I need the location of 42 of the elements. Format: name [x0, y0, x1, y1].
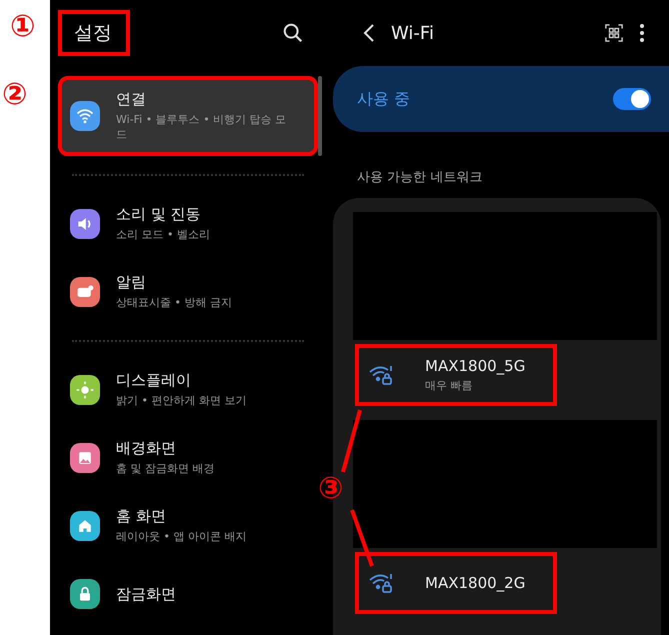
item-subtitle: Wi-Fi • 블루투스 • 비행기 탑승 모드 — [116, 112, 288, 142]
section-label: 사용 가능한 네트워크 — [356, 169, 484, 187]
scrollbar[interactable] — [318, 76, 322, 156]
item-title: 홈 화면 — [116, 507, 167, 526]
settings-item[interactable]: 소리 및 진동 소리 모드 • 벨소리 — [58, 194, 318, 254]
item-title: 배경화면 — [116, 439, 177, 458]
item-title: 잠금화면 — [116, 584, 176, 604]
callout-number: ③ — [318, 474, 344, 504]
network-name: MAX1800_2G — [425, 574, 526, 592]
leader-line — [341, 409, 362, 473]
network-speed: 매우 빠름 — [425, 378, 474, 393]
network-item[interactable]: MAX1800_5G 매우 빠름 — [355, 344, 557, 406]
callout-number: ② — [2, 80, 28, 110]
more-icon[interactable] — [639, 23, 645, 43]
settings-item[interactable]: 알림 상태표시줄 • 방해 금지 — [58, 262, 318, 322]
toggle-switch[interactable] — [613, 88, 651, 110]
item-title: 디스플레이 — [116, 371, 192, 390]
qr-code-icon[interactable] — [605, 24, 623, 42]
callout-number: ① — [10, 12, 36, 42]
search-icon[interactable] — [282, 22, 304, 44]
item-title: 알림 — [116, 273, 147, 292]
item-subtitle: 홈 및 잠금화면 배경 — [116, 461, 214, 477]
settings-item[interactable]: 배경화면 홈 및 잠금화면 배경 — [58, 428, 318, 488]
leader-line — [350, 509, 374, 567]
settings-item[interactable]: 홈 화면 레이아웃 • 앱 아이콘 배지 — [58, 496, 318, 556]
status-label: 사용 중 — [357, 88, 410, 110]
item-subtitle: 밝기 • 편안하게 화면 보기 — [116, 393, 246, 409]
screen-title: 설정 — [58, 10, 130, 56]
screen-title: Wi-Fi — [391, 22, 434, 44]
item-title: 연결 — [116, 90, 147, 109]
settings-item[interactable]: 디스플레이 밝기 • 편안하게 화면 보기 — [58, 360, 318, 420]
network-item[interactable]: MAX1800_2G — [355, 552, 557, 614]
item-subtitle: 소리 모드 • 벨소리 — [116, 227, 210, 243]
item-title: 소리 및 진동 — [116, 205, 202, 224]
item-subtitle: 레이아웃 • 앱 아이콘 배지 — [116, 529, 246, 545]
wifi-lock-icon — [369, 364, 395, 386]
network-name: MAX1800_5G — [425, 357, 526, 375]
back-icon[interactable] — [363, 23, 375, 43]
wifi-toggle-card[interactable]: 사용 중 — [333, 66, 669, 132]
settings-item[interactable]: 잠금화면 — [58, 564, 318, 624]
wifi-lock-icon — [369, 572, 395, 594]
item-subtitle: 상태표시줄 • 방해 금지 — [116, 295, 232, 311]
